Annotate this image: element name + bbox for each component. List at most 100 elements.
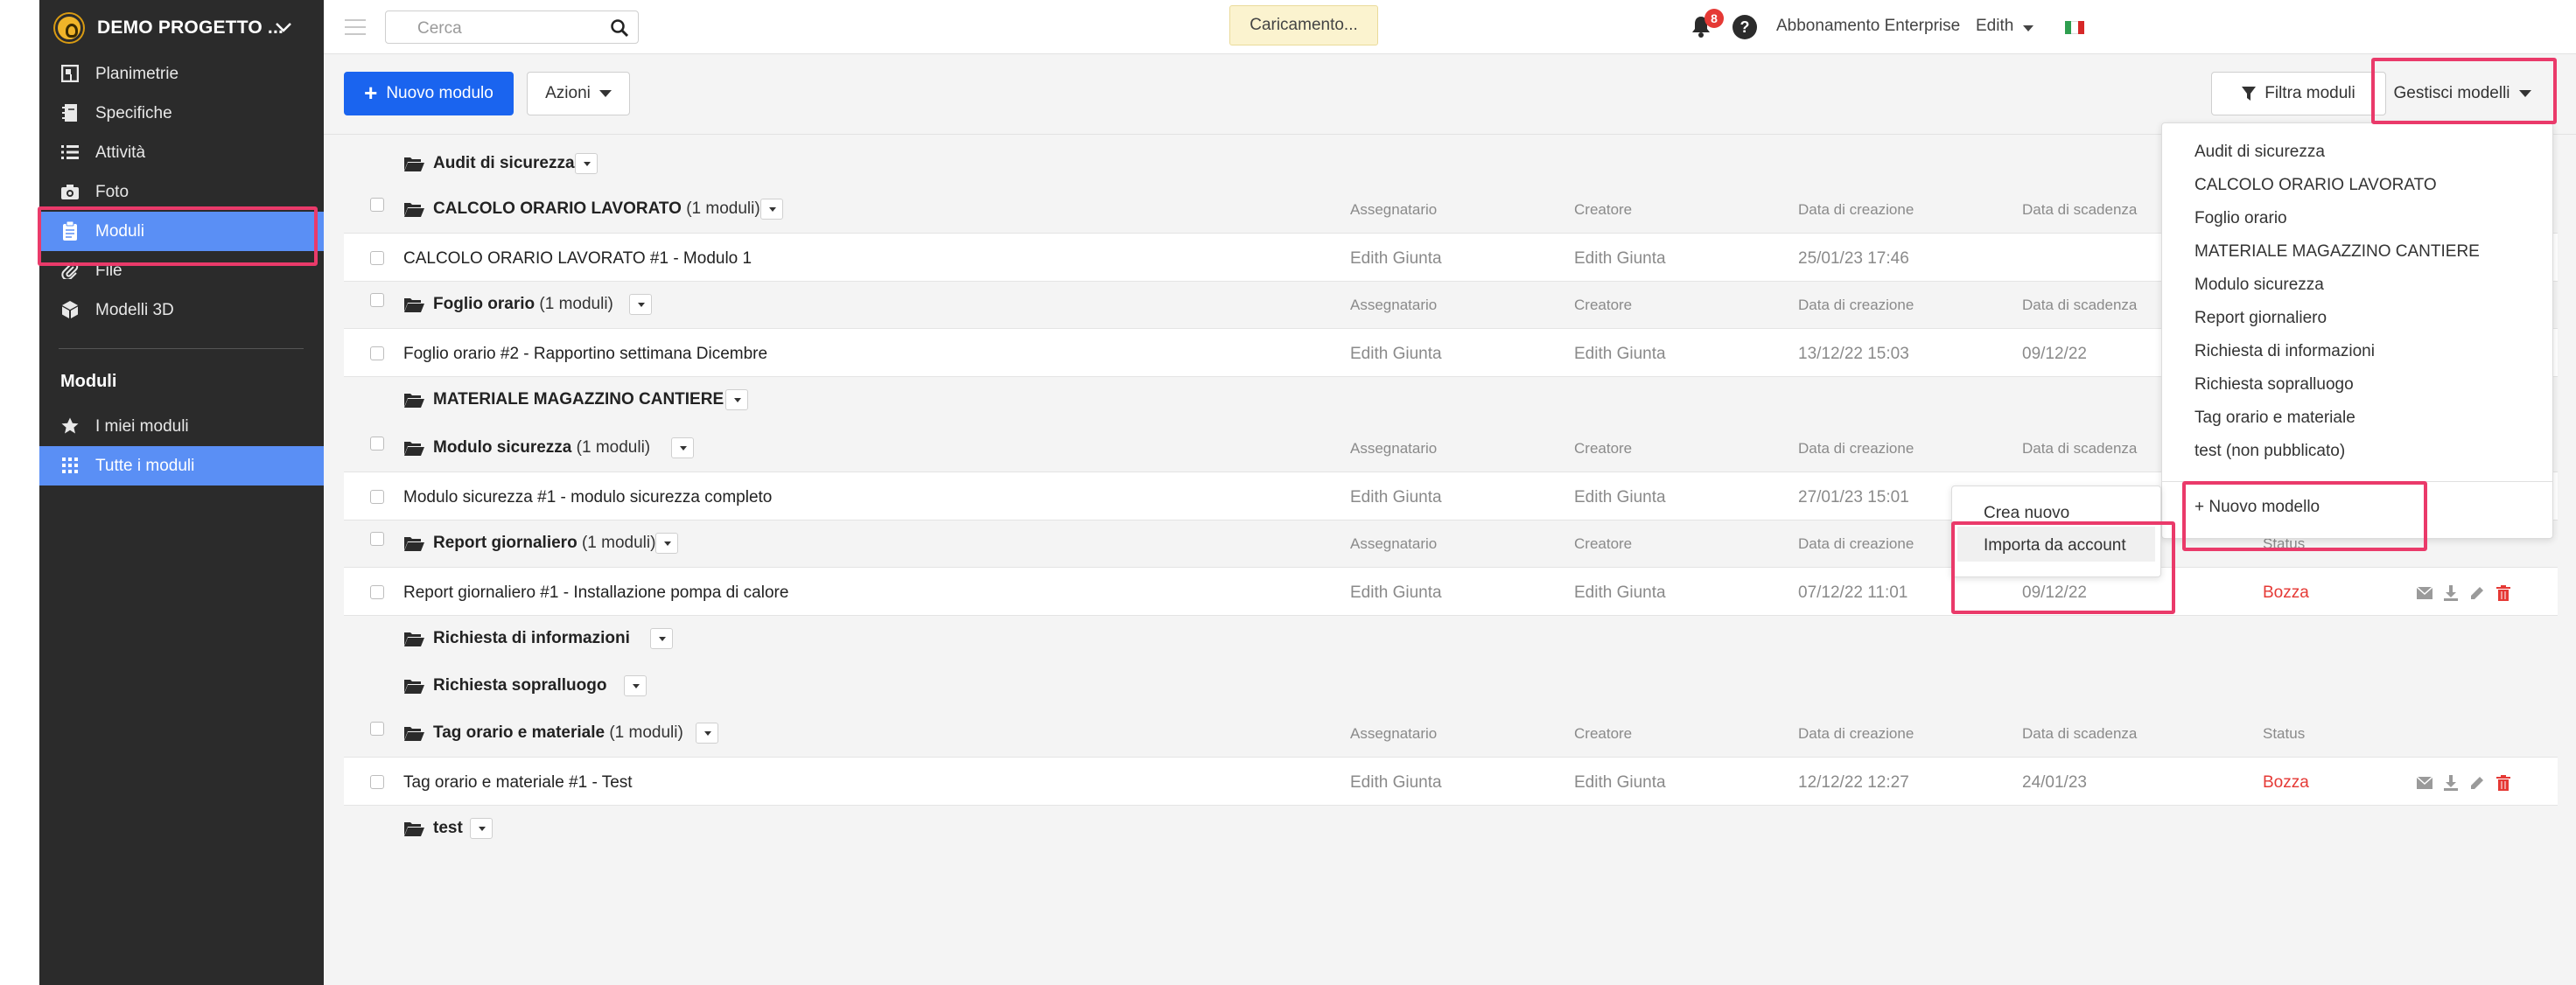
- table-row[interactable]: Tag orario e materiale #1 - Test Edith G…: [344, 757, 2558, 806]
- edit-pencil-icon[interactable]: [2468, 775, 2486, 791]
- group-dropdown-button[interactable]: [470, 818, 493, 839]
- group-name: Modulo sicurezza: [433, 438, 572, 457]
- subscription-link[interactable]: Abbonamento Enterprise: [1776, 17, 1960, 36]
- plus-icon: +: [364, 79, 378, 106]
- status-badge: Bozza: [2263, 773, 2309, 792]
- search-input[interactable]: Cerca: [385, 10, 639, 44]
- group-dropdown-button[interactable]: [575, 153, 598, 174]
- folder-open-icon: [404, 157, 424, 171]
- download-icon[interactable]: [2442, 775, 2460, 791]
- trash-icon[interactable]: [2495, 775, 2512, 791]
- sidebar-item-label: Attività: [95, 143, 146, 162]
- menu-item-model[interactable]: Audit di sicurezza: [2194, 143, 2325, 162]
- created-cell: 25/01/23 17:46: [1798, 249, 1909, 268]
- sidebar-item-attivita[interactable]: Attività: [39, 133, 324, 172]
- menu-item-model[interactable]: CALCOLO ORARIO LAVORATO: [2194, 176, 2437, 195]
- group-dropdown-button[interactable]: [696, 723, 718, 744]
- download-icon[interactable]: [2442, 585, 2460, 601]
- created-cell: 13/12/22 15:03: [1798, 345, 1909, 363]
- actions-dropdown[interactable]: Azioni: [527, 72, 630, 115]
- hamburger-menu-icon[interactable]: [345, 19, 366, 35]
- module-title[interactable]: Tag orario e materiale #1 - Test: [403, 773, 633, 793]
- new-model-menu-item[interactable]: + Nuovo modello: [2194, 498, 2320, 517]
- menu-item-model[interactable]: Richiesta di informazioni: [2194, 342, 2375, 361]
- group-name: Foglio orario: [433, 295, 536, 313]
- menu-item-model[interactable]: Foglio orario: [2194, 209, 2287, 228]
- trash-icon[interactable]: [2495, 585, 2512, 601]
- module-title[interactable]: Foglio orario #2 - Rapportino settimana …: [403, 345, 767, 364]
- user-menu[interactable]: Edith: [1976, 17, 2013, 36]
- menu-item-model[interactable]: Report giornaliero: [2194, 309, 2327, 328]
- group-dropdown-button[interactable]: [629, 294, 652, 315]
- group-dropdown-button[interactable]: [760, 199, 783, 220]
- sidebar-item-my-modules[interactable]: I miei moduli: [39, 407, 324, 446]
- sidebar-item-all-modules[interactable]: Tutte i moduli: [39, 446, 324, 486]
- sidebar-item-foto[interactable]: Foto: [39, 172, 324, 212]
- module-title[interactable]: CALCOLO ORARIO LAVORATO #1 - Modulo 1: [403, 249, 752, 269]
- menu-item-model[interactable]: Modulo sicurezza: [2194, 276, 2324, 295]
- module-title[interactable]: Report giornaliero #1 - Installazione po…: [403, 583, 788, 603]
- creator-cell: Edith Giunta: [1574, 488, 1666, 506]
- menu-item-model[interactable]: Richiesta sopralluogo: [2194, 375, 2354, 395]
- notebook-icon: [60, 103, 80, 122]
- sidebar-item-file[interactable]: File: [39, 251, 324, 290]
- column-header-creator: Creatore: [1574, 440, 1633, 457]
- search-icon[interactable]: [610, 18, 629, 38]
- sidebar-item-specifiche[interactable]: Specifiche: [39, 94, 324, 133]
- group-title: Report giornaliero (1 moduli): [433, 534, 655, 553]
- menu-divider: [2162, 481, 2552, 482]
- status-badge: Bozza: [2263, 583, 2309, 602]
- assignee-cell: Edith Giunta: [1350, 249, 1442, 268]
- email-icon[interactable]: [2416, 585, 2433, 601]
- group-dropdown-button[interactable]: [671, 437, 694, 458]
- project-selector[interactable]: DEMO PROGETTO ...: [39, 0, 324, 56]
- caret-down-icon[interactable]: [2023, 25, 2034, 31]
- filter-icon: [2242, 87, 2257, 101]
- group-dropdown-button[interactable]: [725, 389, 748, 410]
- row-checkbox[interactable]: [370, 490, 384, 504]
- assignee-cell: Edith Giunta: [1350, 583, 1442, 602]
- manage-models-dropdown[interactable]: Gestisci modelli: [2375, 72, 2550, 115]
- new-module-button[interactable]: + Nuovo modulo: [344, 72, 514, 115]
- due-cell: 09/12/22: [2022, 345, 2087, 363]
- group-dropdown-button[interactable]: [650, 628, 673, 649]
- group-checkbox[interactable]: [370, 293, 384, 307]
- italian-flag-icon[interactable]: [2065, 21, 2084, 34]
- menu-item-model[interactable]: MATERIALE MAGAZZINO CANTIERE: [2194, 242, 2480, 262]
- group-checkbox[interactable]: [370, 198, 384, 212]
- sidebar-item-label: Modelli 3D: [95, 301, 174, 319]
- row-checkbox[interactable]: [370, 251, 384, 265]
- chevron-down-icon[interactable]: [274, 17, 293, 37]
- import-from-account-menu-item[interactable]: Importa da account: [1984, 536, 2126, 555]
- row-checkbox[interactable]: [370, 346, 384, 360]
- row-checkbox[interactable]: [370, 585, 384, 599]
- manage-label: Gestisci modelli: [2393, 84, 2510, 102]
- group-name: CALCOLO ORARIO LAVORATO: [433, 199, 682, 218]
- cube-icon: [60, 300, 80, 319]
- column-header-created: Data di creazione: [1798, 725, 1914, 742]
- email-icon[interactable]: [2416, 775, 2433, 791]
- created-cell: 07/12/22 11:01: [1798, 583, 1908, 602]
- column-header-assignee: Assegnatario: [1350, 201, 1438, 218]
- module-title[interactable]: Modulo sicurezza #1 - modulo sicurezza c…: [403, 488, 772, 507]
- group-checkbox[interactable]: [370, 722, 384, 736]
- sidebar-item-label: Moduli: [95, 222, 144, 241]
- menu-item-model[interactable]: Tag orario e materiale: [2194, 409, 2356, 428]
- sidebar-item-modelli-3d[interactable]: Modelli 3D: [39, 290, 324, 330]
- row-checkbox[interactable]: [370, 775, 384, 789]
- column-header-due: Data di scadenza: [2022, 297, 2138, 313]
- group-dropdown-button[interactable]: [624, 675, 647, 696]
- menu-item-model[interactable]: test (non pubblicato): [2194, 442, 2345, 461]
- filter-modules-button[interactable]: Filtra moduli: [2211, 72, 2386, 115]
- create-new-menu-item[interactable]: Crea nuovo: [1984, 504, 2069, 523]
- group-checkbox[interactable]: [370, 437, 384, 451]
- sidebar-item-moduli[interactable]: Moduli: [39, 212, 324, 251]
- column-header-assignee: Assegnatario: [1350, 535, 1438, 552]
- group-checkbox[interactable]: [370, 532, 384, 546]
- sidebar-item-planimetrie[interactable]: Planimetrie: [39, 54, 324, 94]
- clipboard-icon: [60, 221, 80, 241]
- table-row[interactable]: Report giornaliero #1 - Installazione po…: [344, 567, 2558, 616]
- edit-pencil-icon[interactable]: [2468, 585, 2486, 601]
- group-dropdown-button[interactable]: [655, 533, 678, 554]
- help-icon[interactable]: ?: [1732, 15, 1757, 39]
